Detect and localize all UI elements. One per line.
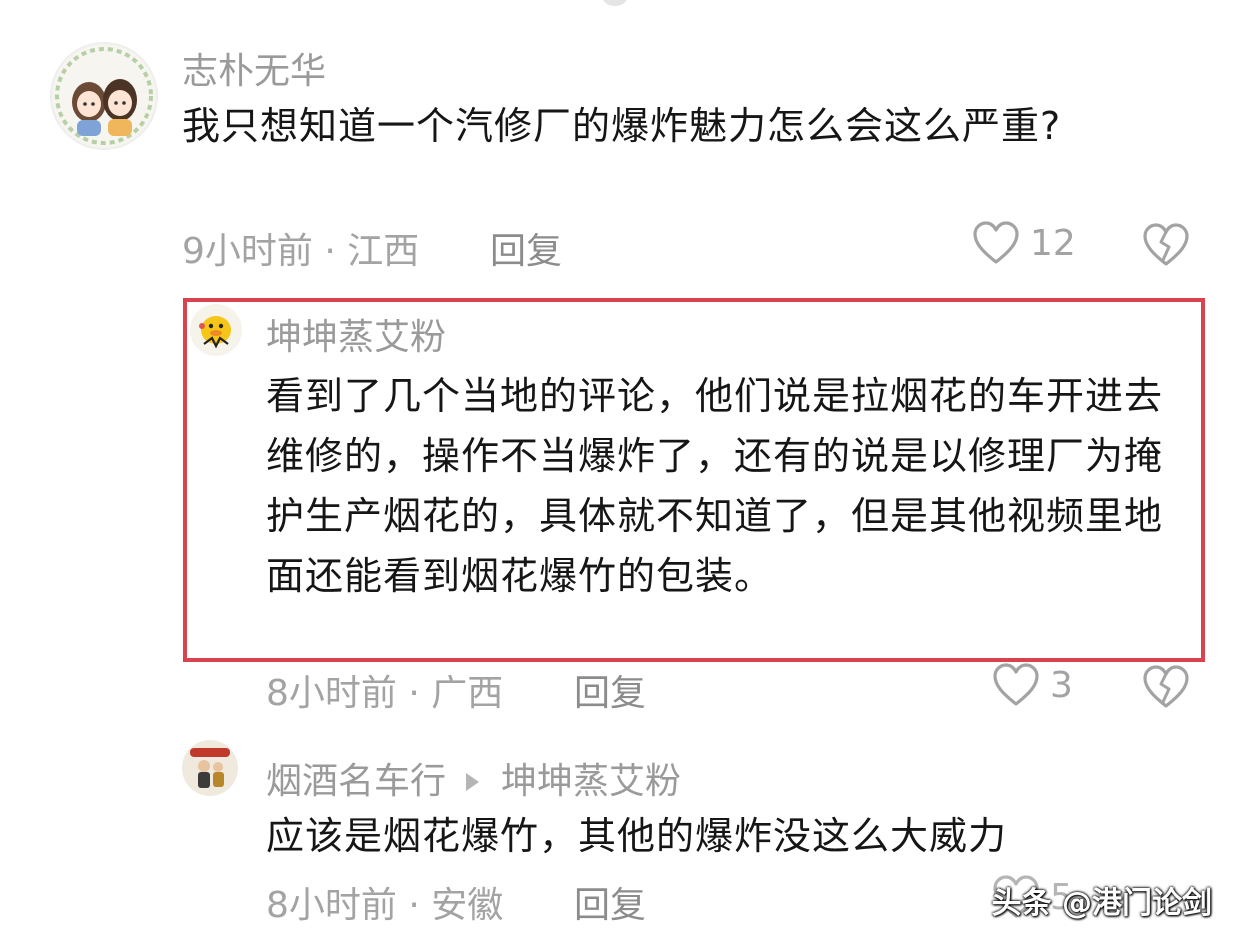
reply-meta: 8小时前 · 广西 <box>266 673 504 714</box>
like-count: 3 <box>1050 664 1073 706</box>
comment-username[interactable]: 志朴无华 <box>182 42 326 94</box>
avatar[interactable] <box>190 304 242 356</box>
watermark: 头条 @港门论剑 <box>991 886 1212 921</box>
dislike-button[interactable] <box>1142 222 1190 272</box>
heart-icon <box>973 221 1019 264</box>
reply-arrow-icon <box>466 772 480 791</box>
avatar-duck-icon <box>190 304 242 356</box>
like-count: 12 <box>1030 222 1076 264</box>
broken-heart-icon <box>1143 223 1189 266</box>
reply-username[interactable]: 坤坤蒸艾粉 <box>266 308 446 360</box>
reply-author[interactable]: 烟酒名车行 <box>266 761 446 802</box>
avatar[interactable] <box>50 42 158 150</box>
dislike-button[interactable] <box>1142 664 1190 714</box>
reply-target[interactable]: 坤坤蒸艾粉 <box>501 761 681 802</box>
reply-text: 看到了几个当地的评论，他们说是拉烟花的车开进去维修的，操作不当爆炸了，还有的说是… <box>266 374 1164 598</box>
avatar-cartoon-figure-icon <box>182 740 238 796</box>
top-scroll-indicator <box>602 0 628 6</box>
heart-icon <box>993 663 1039 706</box>
reply-text: 应该是烟花爆竹，其他的爆炸没这么大威力 <box>266 814 1008 858</box>
like-button[interactable]: 3 <box>992 662 1073 708</box>
reply-username: 烟酒名车行 坤坤蒸艾粉 <box>266 752 681 804</box>
reply-meta: 8小时前 · 安徽 <box>266 885 504 926</box>
comment-text: 我只想知道一个汽修厂的爆炸魅力怎么会这么严重? <box>182 104 1062 148</box>
avatar[interactable] <box>182 740 238 796</box>
broken-heart-icon <box>1143 665 1189 708</box>
reply-button[interactable]: 回复 <box>574 664 646 716</box>
avatar-two-girls-icon <box>52 44 156 148</box>
reply-button[interactable]: 回复 <box>490 222 562 274</box>
reply-button[interactable]: 回复 <box>574 876 646 928</box>
comment-meta: 9小时前 · 江西 <box>182 231 420 272</box>
like-button[interactable]: 12 <box>972 220 1076 266</box>
